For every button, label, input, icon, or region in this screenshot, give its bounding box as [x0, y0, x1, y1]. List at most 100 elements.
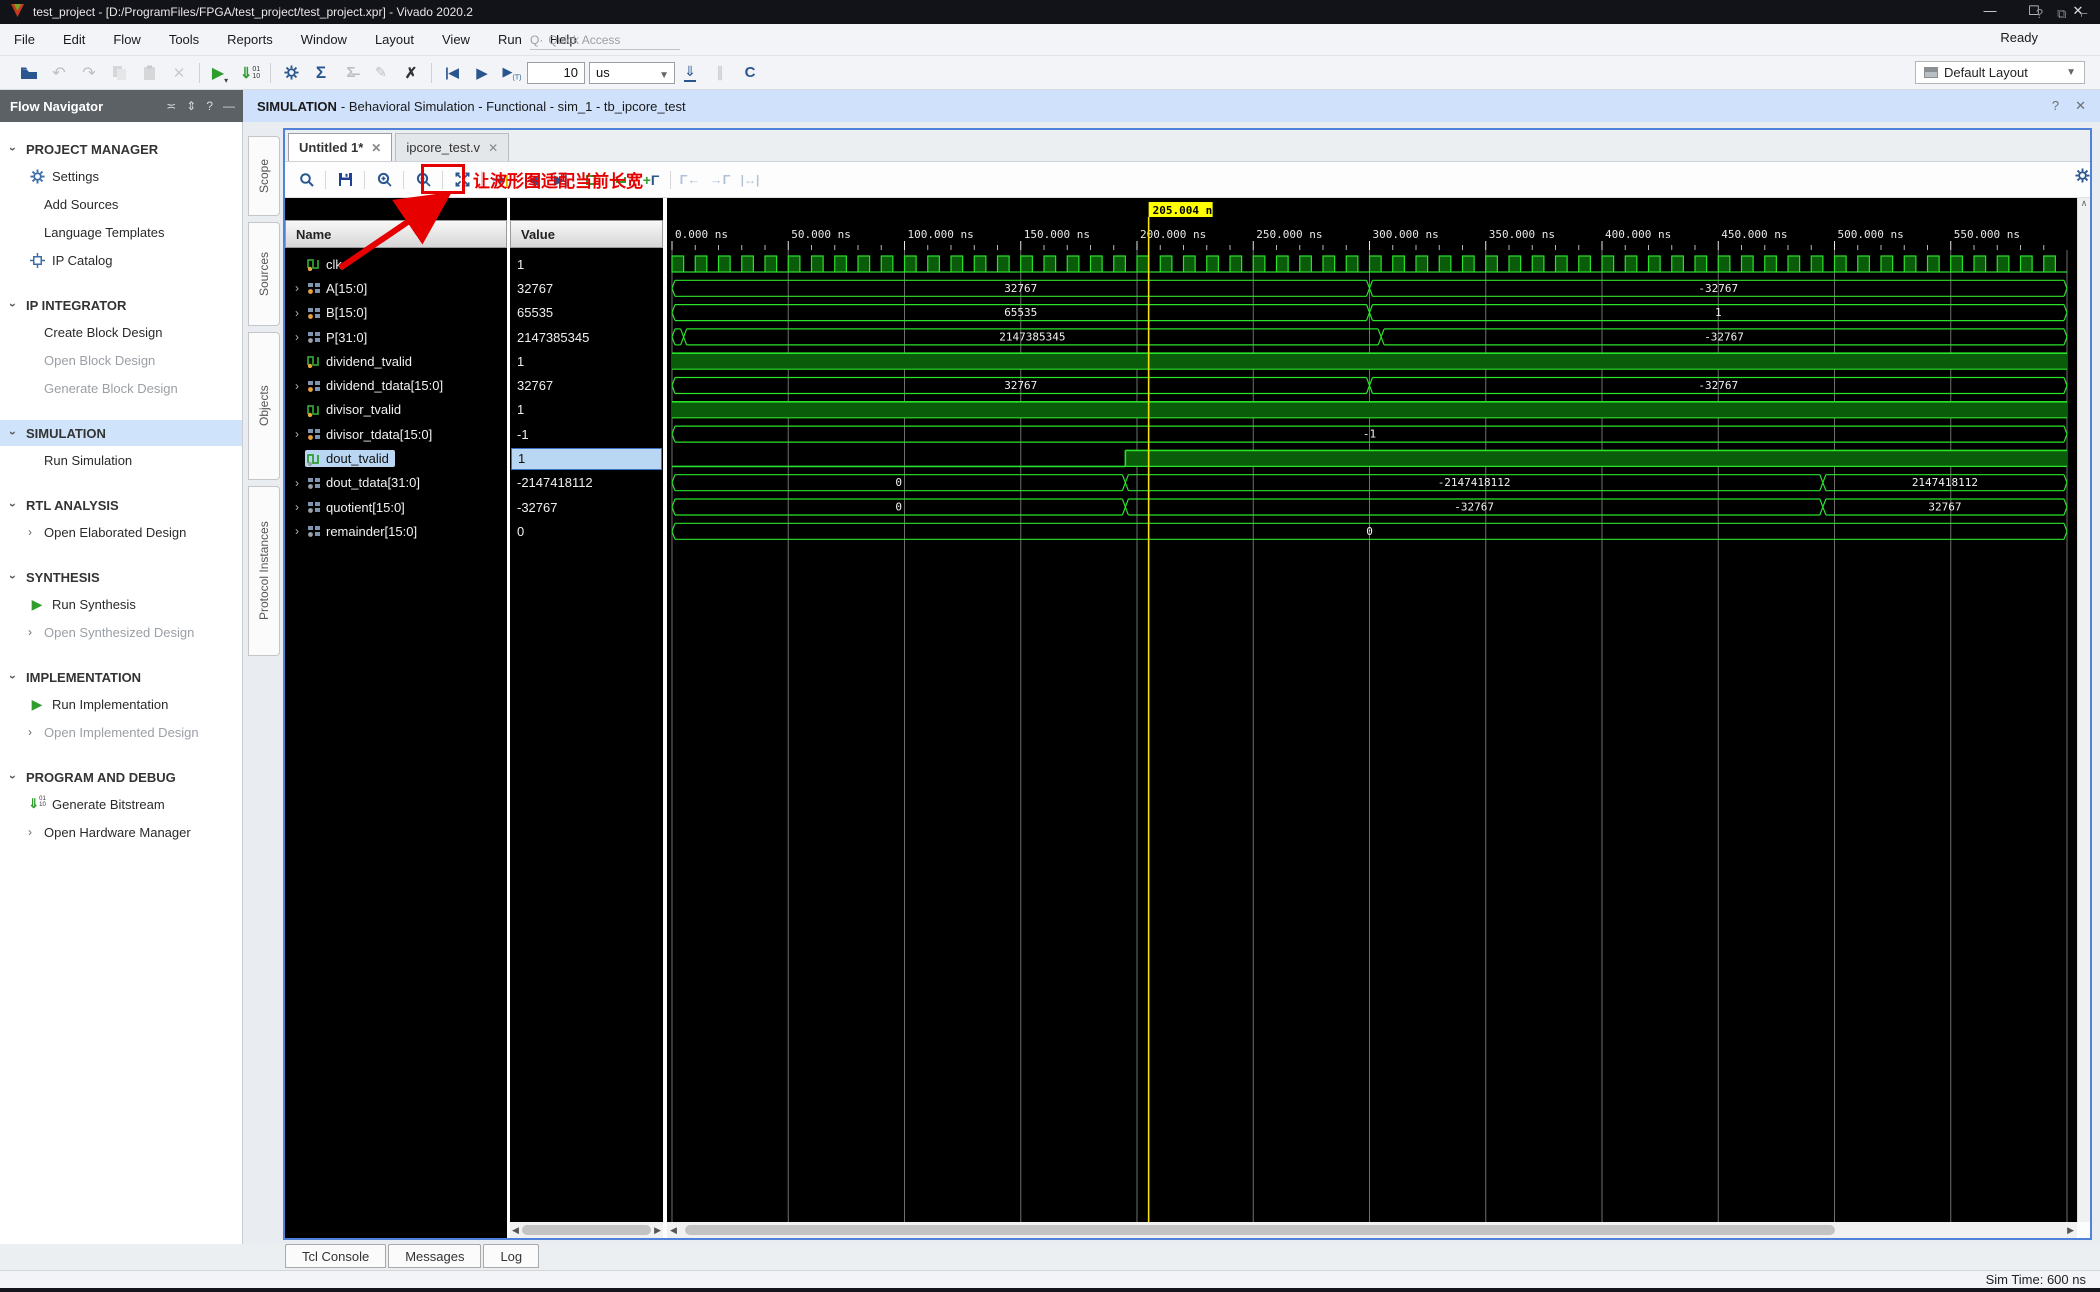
expand-chevron-icon[interactable]: ›	[289, 330, 305, 344]
signal-row[interactable]: › quotient[15:0]	[285, 495, 507, 519]
time-unit-select[interactable]: us ▼	[589, 61, 675, 84]
settings-icon[interactable]	[279, 61, 303, 85]
flow-item-open-implemented-design[interactable]: › Open Implemented Design	[0, 718, 242, 746]
menu-run[interactable]: Run	[484, 32, 536, 47]
flow-item-language-templates[interactable]: Language Templates	[0, 218, 242, 246]
close-simulation-icon[interactable]: ✕	[2075, 98, 2086, 114]
console-tab-tcl-console[interactable]: Tcl Console	[285, 1244, 387, 1268]
values-horizontal-scrollbar[interactable]: ◀ ▶	[510, 1222, 663, 1238]
flow-item-open-block-design[interactable]: Open Block Design	[0, 346, 242, 374]
signal-row[interactable]: › B[15:0]	[285, 301, 507, 325]
expand-all-icon[interactable]: ⇕	[186, 99, 196, 113]
signal-row[interactable]: › dividend_tdata[15:0]	[285, 373, 507, 397]
flow-section-implementation[interactable]: › IMPLEMENTATION	[0, 664, 242, 690]
previous-transition-icon[interactable]: Γ←	[679, 168, 701, 192]
waveform-vertical-scrollbar[interactable]: ∧	[2077, 198, 2090, 1222]
help-icon[interactable]: ?	[2036, 6, 2043, 22]
wave-save-icon[interactable]	[334, 168, 356, 192]
menu-file[interactable]: File	[0, 32, 49, 47]
flow-item-add-sources[interactable]: Add Sources	[0, 190, 242, 218]
scroll-right-icon[interactable]: ▶	[654, 1225, 661, 1236]
signal-row[interactable]: dout_tvalid	[285, 446, 507, 470]
tab-ipcore-test-v[interactable]: ipcore_test.v ✕	[395, 133, 510, 161]
menu-layout[interactable]: Layout	[361, 32, 428, 47]
wave-search-icon[interactable]	[295, 168, 317, 192]
flow-item-open-synthesized-design[interactable]: › Open Synthesized Design	[0, 618, 242, 646]
report-icon[interactable]: Σ	[309, 61, 333, 85]
signal-value[interactable]: 32767	[510, 373, 663, 397]
signal-row[interactable]: › divisor_tdata[15:0]	[285, 422, 507, 446]
pause-icon[interactable]: ∥	[708, 61, 732, 85]
side-tab-scope[interactable]: Scope	[248, 136, 280, 216]
signal-value[interactable]: 65535	[510, 301, 663, 325]
run-all-icon[interactable]: ▶	[470, 61, 494, 85]
value-column-header[interactable]: Value	[510, 220, 663, 248]
signal-value[interactable]: -1	[510, 422, 663, 446]
open-project-icon[interactable]	[17, 61, 41, 85]
restart-sim-icon[interactable]: |◀	[440, 61, 464, 85]
signal-value[interactable]: 1	[510, 446, 663, 470]
signal-value[interactable]: -32767	[510, 495, 663, 519]
expand-chevron-icon[interactable]: ›	[289, 476, 305, 490]
generate-bitstream-icon[interactable]: ⇓ 01 10	[238, 61, 262, 85]
signal-row[interactable]: › A[15:0]	[285, 276, 507, 300]
flow-item-open-hardware-manager[interactable]: › Open Hardware Manager	[0, 818, 242, 846]
scroll-right-icon[interactable]: ▶	[2067, 1225, 2074, 1236]
add-marker-icon[interactable]: + Γ	[640, 168, 662, 192]
flow-item-ip-catalog[interactable]: IP Catalog	[0, 246, 242, 274]
signal-row[interactable]: clk	[285, 252, 507, 276]
minimize-button[interactable]: —	[1968, 0, 2012, 24]
flow-section-program-and-debug[interactable]: › PROGRAM AND DEBUG	[0, 764, 242, 790]
redo-icon[interactable]: ↷	[77, 61, 101, 85]
flow-item-generate-bitstream[interactable]: ⇓ 01 10 Generate Bitstream	[0, 790, 242, 818]
menu-edit[interactable]: Edit	[49, 32, 99, 47]
waveform-settings-gear-icon[interactable]	[2075, 168, 2090, 188]
breakpoint-icon[interactable]: ✗	[399, 61, 423, 85]
maximize-pane-icon[interactable]: ⌐	[2080, 6, 2088, 22]
undo-icon[interactable]: ↶	[47, 61, 71, 85]
signal-value[interactable]: 0	[510, 519, 663, 543]
close-icon[interactable]: ✕	[488, 141, 498, 155]
help-icon[interactable]: ?	[206, 99, 213, 113]
waveform-horizontal-scrollbar[interactable]: ◀ ▶	[667, 1222, 2077, 1238]
close-icon[interactable]: ✕	[371, 141, 381, 155]
copy-icon[interactable]	[107, 61, 131, 85]
side-tab-sources[interactable]: Sources	[248, 222, 280, 326]
next-transition-icon[interactable]: →Γ	[709, 168, 731, 192]
run-time-input[interactable]	[527, 61, 585, 84]
signal-row[interactable]: › remainder[15:0]	[285, 519, 507, 543]
waveform-display[interactable]: 0.000 ns 50.000 ns 100.000 ns 150.000 ns 200…	[667, 198, 2077, 1222]
flow-section-simulation[interactable]: › SIMULATION	[0, 420, 242, 446]
edit-disabled-icon[interactable]: ✎	[369, 61, 393, 85]
signal-value[interactable]: 1	[510, 349, 663, 373]
signal-row[interactable]: dividend_tvalid	[285, 349, 507, 373]
scroll-left-icon[interactable]: ◀	[670, 1225, 677, 1236]
expand-chevron-icon[interactable]: ›	[289, 281, 305, 295]
relaunch-icon[interactable]: C	[738, 61, 762, 85]
flow-item-settings[interactable]: Settings	[0, 162, 242, 190]
scroll-left-icon[interactable]: ◀	[512, 1225, 519, 1236]
layout-selector[interactable]: Default Layout ▼	[1915, 61, 2085, 84]
console-tab-messages[interactable]: Messages	[388, 1244, 482, 1268]
signal-value[interactable]: 32767	[510, 276, 663, 300]
console-tab-log[interactable]: Log	[483, 1244, 540, 1268]
run-for-time-icon[interactable]: ▶(T)	[500, 61, 524, 85]
flow-section-synthesis[interactable]: › SYNTHESIS	[0, 564, 242, 590]
signal-value[interactable]: 1	[510, 398, 663, 422]
scrollbar-thumb[interactable]	[521, 1225, 652, 1235]
menu-flow[interactable]: Flow	[99, 32, 154, 47]
signal-value[interactable]: 1	[510, 252, 663, 276]
flow-item-run-simulation[interactable]: Run Simulation	[0, 446, 242, 474]
help-icon[interactable]: ?	[2052, 98, 2059, 114]
collapse-all-icon[interactable]: ≍	[166, 99, 176, 113]
signal-value[interactable]: -2147418112	[510, 471, 663, 495]
signal-row[interactable]: › P[31:0]	[285, 325, 507, 349]
flow-item-open-elaborated-design[interactable]: › Open Elaborated Design	[0, 518, 242, 546]
quick-access-search[interactable]: Q· Quick Access	[530, 30, 680, 50]
flow-section-ip-integrator[interactable]: › IP INTEGRATOR	[0, 292, 242, 318]
name-column-header[interactable]: Name	[285, 220, 507, 248]
scrollbar-thumb[interactable]	[684, 1225, 1835, 1235]
flow-item-generate-block-design[interactable]: Generate Block Design	[0, 374, 242, 402]
expand-chevron-icon[interactable]: ›	[289, 306, 305, 320]
signal-value[interactable]: 2147385345	[510, 325, 663, 349]
